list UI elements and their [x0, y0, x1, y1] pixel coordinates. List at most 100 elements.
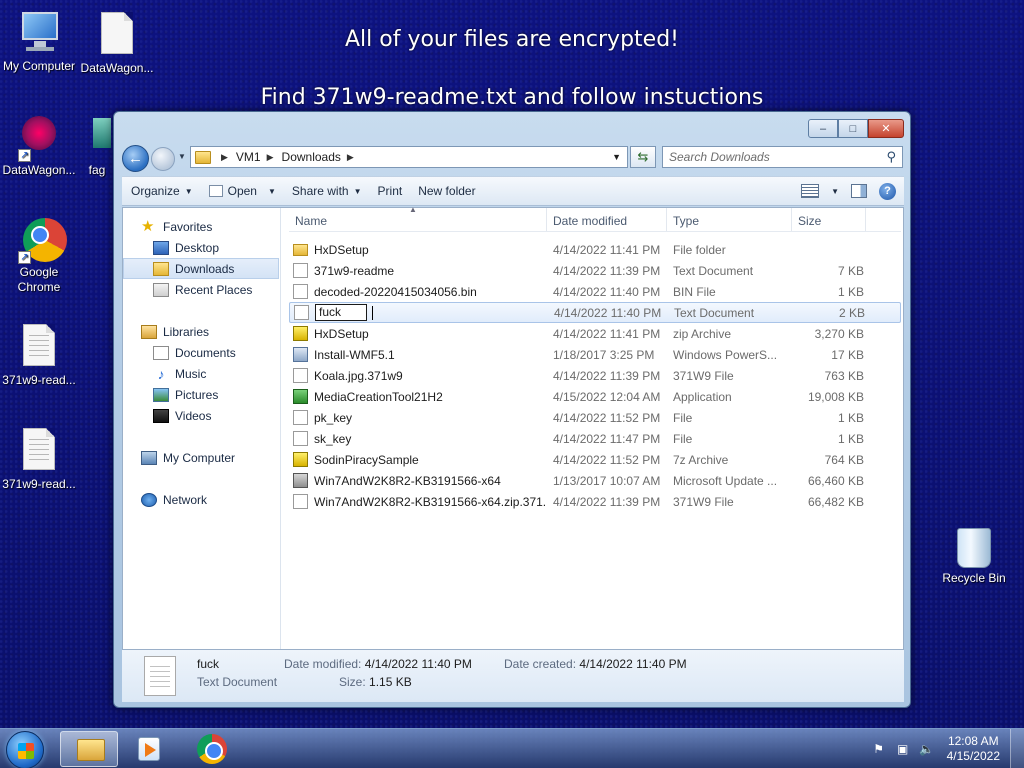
- column-label: Name: [295, 214, 328, 228]
- file-row[interactable]: pk_key 4/14/2022 11:52 PM File 1 KB: [289, 407, 901, 428]
- libraries-icon: [141, 324, 157, 339]
- file-name: HxDSetup: [314, 242, 369, 257]
- file-size: 7 KB: [837, 263, 864, 278]
- shortcut-arrow-icon: ↗: [18, 149, 31, 162]
- nav-desktop[interactable]: Desktop: [123, 237, 279, 258]
- nav-recent-places[interactable]: Recent Places: [123, 279, 279, 300]
- desktop-icon-readme-1[interactable]: 371w9-read...: [0, 322, 78, 388]
- start-button[interactable]: [6, 731, 44, 768]
- taskbar-media-player-button[interactable]: [120, 731, 178, 767]
- column-label: Type: [673, 214, 700, 228]
- column-size[interactable]: Size: [792, 208, 866, 231]
- file-name: sk_key: [314, 431, 352, 446]
- file-type: Windows PowerS...: [673, 347, 778, 362]
- nav-libraries[interactable]: Libraries: [123, 321, 279, 342]
- clock[interactable]: 12:08 AM 4/15/2022: [947, 734, 1000, 764]
- music-icon: ♪: [157, 365, 165, 382]
- nav-downloads[interactable]: Downloads: [123, 258, 279, 279]
- file-size: 3,270 KB: [814, 326, 864, 341]
- desktop-icon-my-computer[interactable]: My Computer: [0, 10, 78, 74]
- file-name: pk_key: [314, 410, 353, 425]
- file-row[interactable]: Install-WMF5.1 1/18/2017 3:25 PM Windows…: [289, 344, 901, 365]
- desktop-icon-datawagon-shortcut[interactable]: ↗ DataWagon...: [0, 114, 78, 178]
- nav-label: Documents: [175, 345, 236, 360]
- details-file-name: fuck: [197, 657, 220, 671]
- nav-documents[interactable]: Documents: [123, 342, 279, 363]
- file-row[interactable]: SodinPiracySample 4/14/2022 11:52 PM 7z …: [289, 449, 901, 470]
- videos-icon: [153, 408, 169, 423]
- share-with-label: Share with: [291, 184, 349, 198]
- organize-button[interactable]: Organize ▼: [122, 177, 201, 205]
- file-name: Win7AndW2K8R2-KB3191566-x64: [314, 473, 501, 488]
- close-button[interactable]: ✕: [868, 119, 904, 138]
- breadcrumb-vm1[interactable]: VM1: [236, 150, 261, 164]
- desktop-icon-readme-2[interactable]: 371w9-read...: [0, 426, 78, 492]
- breadcrumb-downloads[interactable]: Downloads: [282, 150, 341, 164]
- column-date-modified[interactable]: Date modified: [547, 208, 667, 231]
- file-row[interactable]: Win7AndW2K8R2-KB3191566-x64.zip.371... 4…: [289, 491, 901, 512]
- address-bar[interactable]: ▶ VM1 ▶ Downloads ▶ ▼: [190, 146, 628, 168]
- file-row[interactable]: MediaCreationTool21H2 4/15/2022 12:04 AM…: [289, 386, 901, 407]
- nav-my-computer[interactable]: My Computer: [123, 447, 279, 468]
- desktop-icon-google-chrome[interactable]: ↗ Google Chrome: [0, 216, 78, 295]
- file-row[interactable]: HxDSetup 4/14/2022 11:41 PM zip Archive …: [289, 323, 901, 344]
- desktop-icon-datawagon-file[interactable]: DataWagon...: [78, 10, 156, 76]
- file-row[interactable]: 371w9-readme 4/14/2022 11:39 PM Text Doc…: [289, 260, 901, 281]
- file-date: 4/14/2022 11:40 PM: [553, 284, 661, 299]
- search-input[interactable]: Search Downloads ⚲: [662, 146, 903, 168]
- share-with-button[interactable]: Share with ▼: [284, 177, 370, 205]
- text-file-icon: [293, 368, 308, 383]
- recent-pages-dropdown[interactable]: ▼: [178, 152, 186, 161]
- print-label: Print: [377, 184, 403, 198]
- open-button[interactable]: Open ▼: [201, 177, 284, 205]
- chevron-down-icon[interactable]: ▼: [831, 187, 839, 196]
- rename-input[interactable]: fuck: [315, 304, 367, 321]
- volume-icon[interactable]: 🔈: [919, 741, 935, 757]
- search-icon[interactable]: ⚲: [886, 149, 896, 165]
- file-row[interactable]: HxDSetup 4/14/2022 11:41 PM File folder: [289, 239, 901, 260]
- desktop-icon-recycle-bin[interactable]: Recycle Bin: [935, 526, 1013, 586]
- clock-date: 4/15/2022: [946, 749, 1000, 763]
- help-icon[interactable]: ?: [879, 182, 896, 200]
- file-name: decoded-20220415034056.bin: [314, 284, 477, 299]
- file-date: 4/14/2022 11:52 PM: [553, 410, 661, 425]
- show-desktop-button[interactable]: [1010, 729, 1024, 768]
- print-button[interactable]: Print: [370, 177, 411, 205]
- ransom-banner-line2: Find 371w9-readme.txt and follow instuct…: [260, 85, 764, 110]
- change-view-icon[interactable]: [801, 184, 820, 198]
- nav-favorites[interactable]: ★ Favorites: [123, 216, 279, 237]
- file-row[interactable]: Koala.jpg.371w9 4/14/2022 11:39 PM 371W9…: [289, 365, 901, 386]
- computer-icon: [16, 10, 62, 56]
- refresh-button[interactable]: ⇆: [630, 146, 656, 168]
- minimize-button[interactable]: –: [808, 119, 838, 138]
- new-folder-button[interactable]: New folder: [410, 177, 483, 205]
- details-size: Size: 1.15 KB: [339, 675, 412, 689]
- nav-pictures[interactable]: Pictures: [123, 384, 279, 405]
- action-center-flag-icon[interactable]: ⚑: [871, 741, 887, 757]
- chrome-icon: ↗: [16, 216, 67, 264]
- nav-music[interactable]: ♪ Music: [123, 363, 279, 384]
- column-type[interactable]: Type: [667, 208, 792, 231]
- desktop-icon-fag[interactable]: fag: [82, 114, 112, 178]
- taskbar-explorer-button[interactable]: [60, 731, 118, 767]
- folder-icon: [77, 739, 105, 761]
- back-button[interactable]: ←: [122, 145, 149, 172]
- address-dropdown-icon[interactable]: ▼: [612, 152, 621, 162]
- forward-button[interactable]: [151, 147, 175, 171]
- file-row[interactable]: decoded-20220415034056.bin 4/14/2022 11:…: [289, 281, 901, 302]
- taskbar-chrome-button[interactable]: [182, 731, 240, 767]
- maximize-button[interactable]: □: [838, 119, 868, 138]
- file-row-selected[interactable]: fuck 4/14/2022 11:40 PM Text Document 2 …: [289, 302, 901, 323]
- column-name[interactable]: Name ▲: [289, 205, 547, 231]
- file-name: Install-WMF5.1: [314, 347, 395, 362]
- nav-network[interactable]: Network: [123, 489, 279, 510]
- preview-pane-icon[interactable]: [851, 184, 867, 198]
- nav-videos[interactable]: Videos: [123, 405, 279, 426]
- file-row[interactable]: sk_key 4/14/2022 11:47 PM File 1 KB: [289, 428, 901, 449]
- network-status-icon[interactable]: ▣: [895, 741, 911, 757]
- file-row[interactable]: Win7AndW2K8R2-KB3191566-x64 1/13/2017 10…: [289, 470, 901, 491]
- file-size: 764 KB: [824, 452, 864, 467]
- nav-label: Favorites: [163, 219, 213, 234]
- file-date: 4/14/2022 11:39 PM: [553, 263, 661, 278]
- file-size: 66,460 KB: [807, 473, 864, 488]
